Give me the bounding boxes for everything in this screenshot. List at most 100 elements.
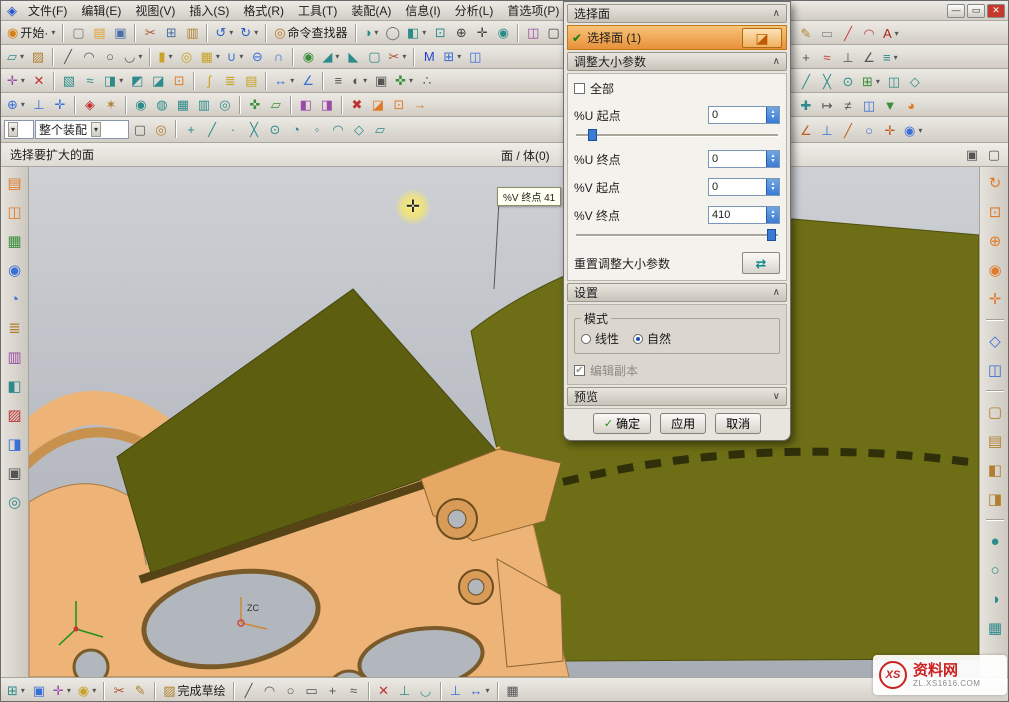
render-style-icon[interactable]: ◉▾ — [75, 681, 99, 701]
cancel-button[interactable]: 取消 — [715, 413, 761, 434]
menu-view[interactable]: 视图(V) — [128, 2, 182, 20]
preview-group-header[interactable]: 预览 ∨ — [567, 387, 787, 406]
trimetric-view-icon[interactable]: ◨ — [985, 489, 1005, 509]
gc-target-icon[interactable]: ◉▾ — [901, 120, 925, 140]
reset-parameters-button[interactable]: ⇄ — [742, 252, 780, 274]
trim-body-icon[interactable]: ✂▾ — [385, 47, 409, 67]
delete-object-icon[interactable]: ✕ — [29, 71, 49, 91]
expression-icon[interactable]: M — [419, 47, 439, 67]
menu-assemblies[interactable]: 装配(A) — [344, 2, 398, 20]
edge-blend-icon[interactable]: ◢▾ — [319, 47, 342, 67]
fit-all-icon[interactable]: ⊡ — [985, 202, 1005, 222]
snap-end-icon[interactable]: ╱ — [796, 71, 816, 91]
move-object-icon[interactable]: ✛▾ — [4, 71, 28, 91]
face-edges-mode-icon[interactable]: ▦ — [985, 618, 1005, 638]
wireframe-display-icon[interactable]: ◯ — [382, 23, 403, 43]
assembly-navigator-icon[interactable]: ▤ — [4, 173, 24, 193]
menu-analysis[interactable]: 分析(L) — [448, 2, 501, 20]
expand-prompt-icon[interactable]: ▢ — [984, 145, 1004, 165]
simple-hole-icon[interactable]: ◉ — [131, 95, 151, 115]
snap-center-icon[interactable]: ⊙ — [838, 71, 858, 91]
selected-face-row[interactable]: ✔ 选择面 (1) ◪ — [567, 25, 787, 50]
u-end-input[interactable]: 0 ▲▼ — [708, 150, 780, 168]
pocket-icon[interactable]: ▦ — [173, 95, 193, 115]
dimensions-icon[interactable]: ↔▾ — [467, 681, 493, 701]
delete-face-icon[interactable]: ✖ — [347, 95, 367, 115]
close-icon[interactable]: ✕ — [987, 4, 1005, 18]
spline-tool-icon[interactable]: ≈ — [817, 47, 837, 67]
sketch-circle-icon[interactable]: ○ — [281, 681, 301, 701]
wireframe-mode-icon[interactable]: ○ — [985, 560, 1005, 580]
mode-linear-radio[interactable]: 线性 — [581, 330, 619, 347]
studio-mode-icon[interactable]: ◑ — [985, 589, 1005, 609]
mirror-feature-icon[interactable]: ◫ — [465, 47, 485, 67]
ruled-surface-icon[interactable]: ▤ — [241, 71, 261, 91]
v-end-slider[interactable] — [576, 229, 778, 241]
process-studio-icon[interactable]: ▥ — [4, 347, 24, 367]
edit-section-icon[interactable]: ✚ — [796, 95, 816, 115]
selection-filter-dropdown[interactable]: ▾ — [4, 120, 34, 139]
snap-point-on-curve-icon[interactable]: ◠ — [328, 120, 348, 140]
extrude-icon[interactable]: ▮▾ — [155, 47, 175, 67]
deviation-check-icon[interactable]: ≠ — [838, 95, 858, 115]
interference-check-icon[interactable]: ◈ — [80, 95, 100, 115]
open-file-icon[interactable]: ▤ — [89, 23, 109, 43]
cut-icon[interactable]: ✂ — [140, 23, 160, 43]
edit-copy-checkbox[interactable]: ✔ 编辑副本 — [574, 361, 780, 379]
sketch-fillet-icon[interactable]: ◡ — [416, 681, 436, 701]
object-display-icon[interactable]: ▣ — [371, 71, 391, 91]
move-face-icon[interactable]: → — [410, 95, 430, 115]
documentation-icon[interactable]: ▣ — [4, 463, 24, 483]
enlarge-face-icon[interactable]: ⊡ — [169, 71, 189, 91]
sew-icon[interactable]: ≈ — [80, 71, 100, 91]
sketch-line-icon[interactable]: ╱ — [239, 681, 259, 701]
constraint-navigator-icon[interactable]: ◫ — [4, 202, 24, 222]
show-hide-icon[interactable]: ◐▾ — [349, 71, 370, 91]
boss-icon[interactable]: ◍ — [152, 95, 172, 115]
slider-handle[interactable] — [767, 229, 776, 241]
snap-quadrant-icon[interactable]: ◔ — [286, 120, 306, 140]
new-file-icon[interactable]: ▢ — [68, 23, 88, 43]
select-face-button[interactable]: ◪ — [742, 28, 782, 48]
select-all-icon[interactable]: ▢ — [130, 120, 150, 140]
quick-trim-icon[interactable]: ✕ — [374, 681, 394, 701]
layout-views-icon[interactable]: ▣ — [29, 681, 49, 701]
exploded-view-icon[interactable]: ✶ — [101, 95, 121, 115]
snap-point-on-face-icon[interactable]: ◇ — [349, 120, 369, 140]
hole-icon[interactable]: ◉ — [298, 47, 318, 67]
show-grid-icon[interactable]: ⊞▾ — [4, 681, 28, 701]
clip-section-icon[interactable]: ◨ — [317, 95, 337, 115]
line-icon[interactable]: ╱ — [58, 47, 78, 67]
sketch-spline-icon[interactable]: ≈ — [344, 681, 364, 701]
gc-circle-icon[interactable]: ○ — [859, 120, 879, 140]
perspective-view-icon[interactable]: ◇ — [985, 331, 1005, 351]
offset-curve-icon[interactable]: ≡▾ — [880, 47, 901, 67]
sketch-point-icon[interactable]: + — [323, 681, 343, 701]
u-start-input[interactable]: 0 ▲▼ — [708, 106, 780, 124]
pencil-tool-icon[interactable]: ✎ — [796, 23, 816, 43]
save-file-icon[interactable]: ▣ — [110, 23, 130, 43]
select-face-group-header[interactable]: 选择面 ∧ — [567, 4, 787, 23]
snap-arc-center-icon[interactable]: ⊙ — [265, 120, 285, 140]
plane-tool-icon[interactable]: ▱ — [266, 95, 286, 115]
web-browser-icon[interactable]: ◎ — [5, 492, 25, 512]
rotate-view-icon[interactable]: ◉ — [493, 23, 513, 43]
pan-view-icon[interactable]: ✛ — [472, 23, 492, 43]
perpendicular-tool-icon[interactable]: ⊥ — [838, 47, 858, 67]
unite-icon[interactable]: ∪▾ — [224, 47, 247, 67]
line-tool-icon[interactable]: ╱ — [838, 23, 858, 43]
finish-sketch-icon[interactable]: ▨完成草绘 — [160, 681, 228, 701]
extend-sheet-icon[interactable]: ◪ — [148, 71, 168, 91]
pad-icon[interactable]: ▥ — [194, 95, 214, 115]
undo-icon[interactable]: ↺▾ — [212, 23, 236, 43]
intersect-icon[interactable]: ∩ — [268, 47, 288, 67]
gc-angle-icon[interactable]: ∠ — [796, 120, 816, 140]
quick-extend-icon[interactable]: ⊥ — [395, 681, 415, 701]
sketch-brush-icon[interactable]: ✎ — [130, 681, 150, 701]
point-set-icon[interactable]: ∴ — [417, 71, 437, 91]
gc-line-icon[interactable]: ╱ — [838, 120, 858, 140]
v-end-input[interactable]: 410 ▲▼ — [708, 206, 780, 224]
settings-group-header[interactable]: 设置 ∧ — [567, 283, 787, 302]
wcs-dynamics-icon[interactable]: ✜▾ — [392, 71, 416, 91]
swept-icon[interactable]: ∫ — [199, 71, 219, 91]
